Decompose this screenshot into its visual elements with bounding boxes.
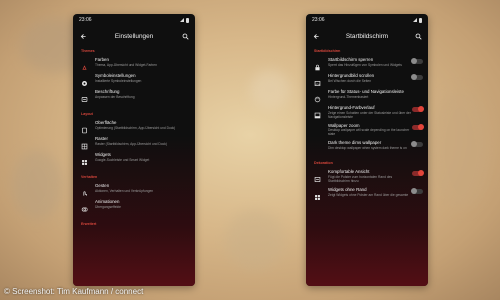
widgets-icon xyxy=(314,188,322,201)
wallpaper-icon xyxy=(314,74,322,86)
back-arrow-icon[interactable] xyxy=(311,31,321,41)
settings-item-colors[interactable]: Farben Thema, App-Übersicht und Widget-Fa… xyxy=(73,55,195,71)
settings-item-grid[interactable]: Raster Raster (Startbildschirm, App-Übers… xyxy=(73,134,195,150)
toggle-lock-homescreen[interactable] xyxy=(411,58,423,64)
battery-icon xyxy=(419,17,422,23)
section-layout: Layout xyxy=(81,111,93,116)
palette-icon xyxy=(314,90,322,103)
settings-item-animations[interactable]: Animationen Übergangseffekte xyxy=(73,197,195,213)
section-decoration: Dekoration xyxy=(314,160,333,165)
toggle-comfortable-view[interactable] xyxy=(412,170,424,177)
battery-icon xyxy=(186,17,189,23)
toggle-wallpaper-zoom[interactable] xyxy=(412,123,424,130)
page-title: Einstellungen xyxy=(114,32,154,40)
section-behavior: Verhalten xyxy=(81,174,98,179)
search-icon[interactable] xyxy=(413,31,423,41)
section-homescreen: Startbildschirm xyxy=(314,48,341,53)
status-bar: 23:06 xyxy=(73,14,195,26)
status-time: 23:06 xyxy=(79,17,92,23)
search-icon[interactable] xyxy=(180,31,190,41)
settings-item-label[interactable]: Beschriftung Anpassen der Beschriftung xyxy=(73,87,195,103)
gradient-icon xyxy=(314,106,322,119)
status-time: 23:06 xyxy=(312,17,325,23)
setting-background-gradient[interactable]: Hintergrund-Farbverlauf Zeige einen Schat… xyxy=(306,103,428,121)
setting-lock-homescreen[interactable]: Startbildschirm sperren Sperrt das Hinzuf… xyxy=(306,55,428,71)
settings-item-gestures[interactable]: Gesten Aktionen, Verhalten und Verknüpfun… xyxy=(73,181,195,197)
back-arrow-icon[interactable] xyxy=(78,31,88,41)
app-bar: Einstellungen xyxy=(73,26,195,46)
comfort-icon xyxy=(314,170,322,183)
toggle-dark-theme-dims[interactable] xyxy=(411,141,423,148)
settings-item-surface[interactable]: Oberfläche Optimierung (Startbildschirm, … xyxy=(73,118,195,134)
animation-icon xyxy=(81,200,89,212)
setting-scroll-wallpaper[interactable]: Hintergrundbild scrollen Bei Wischen durc… xyxy=(306,71,428,87)
setting-comfortable-view[interactable]: Kompfortable Ansicht Fügt die Polster zum… xyxy=(306,167,428,185)
setting-wallpaper-zoom[interactable]: Wallpaper zoom Desktop wallpaper will sca… xyxy=(306,121,428,139)
signal-icon xyxy=(413,18,417,22)
settings-item-icons[interactable]: Symboleinstellungen Installierte Symbolei… xyxy=(73,71,195,87)
widgets-icon xyxy=(81,153,89,165)
section-themes: Themes xyxy=(81,48,95,53)
grid-icon xyxy=(81,137,89,150)
toggle-scroll-wallpaper[interactable] xyxy=(411,74,423,80)
homescreen-phone-screen: 23:06 Startbildschirm Startbildschirm St… xyxy=(306,14,428,286)
app-bar: Startbildschirm xyxy=(306,26,428,46)
gesture-icon xyxy=(81,184,89,196)
palette-icon xyxy=(81,58,89,70)
label-icon xyxy=(81,90,89,102)
section-advanced: Erweitert xyxy=(81,221,97,226)
status-bar: 23:06 xyxy=(306,14,428,26)
settings-item-widgets[interactable]: Widgets Google-Suchleiste und Smart Widge… xyxy=(73,150,195,166)
toggle-background-gradient[interactable] xyxy=(412,106,424,112)
settings-phone-screen: 23:06 Einstellungen Themes Farben Thema, … xyxy=(73,14,195,286)
settings-icon xyxy=(81,74,89,87)
setting-borderless-widgets[interactable]: Widgets ohne Rand Zeigt Widgets ohne Pols… xyxy=(306,185,428,201)
signal-icon xyxy=(180,18,184,22)
setting-dark-theme-dims[interactable]: Dark theme dims wallpaper Dim desktop wal… xyxy=(306,138,428,154)
page-title: Startbildschirm xyxy=(345,32,389,40)
setting-bar-color[interactable]: Farbe für Status- und Navigationsleiste H… xyxy=(306,87,428,103)
photo-credit: © Screenshot: Tim Kaufmann / connect xyxy=(4,287,144,296)
surface-icon xyxy=(81,121,89,134)
toggle-borderless-widgets[interactable] xyxy=(411,188,423,195)
lock-icon xyxy=(314,58,322,71)
